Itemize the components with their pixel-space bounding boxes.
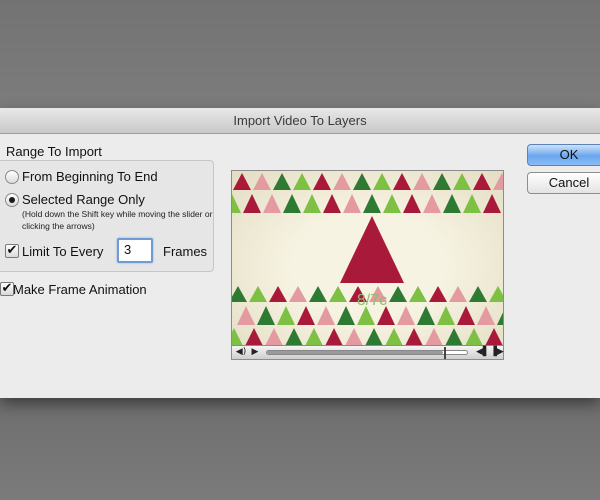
selected-range-hint: (Hold down the Shift key while moving th… [22,209,213,231]
limit-label[interactable]: Limit To Every [22,244,103,259]
ok-button[interactable]: OK [527,144,600,166]
video-frame-image: 8/7c [232,171,503,359]
frame-animation-label[interactable]: Make Frame Animation [13,282,147,297]
radio-selected-range[interactable] [5,193,19,207]
limit-frames-input[interactable]: 3 [117,238,153,263]
cancel-button[interactable]: Cancel [527,172,600,194]
radio-selected-range-label[interactable]: Selected Range Only [22,192,145,207]
step-forward-icon[interactable]: ▐▶ [490,346,504,359]
video-preview: 8/7c [231,170,504,360]
video-controller: ◀) ▶ ◀▌ ▐▶ [231,345,504,360]
desktop-background-bottom [0,398,600,500]
timeline-track[interactable] [266,350,468,355]
desktop-background-top [0,0,600,108]
range-group-label: Range To Import [6,144,102,159]
radio-from-beginning-label[interactable]: From Beginning To End [22,169,158,184]
dialog-title: Import Video To Layers [0,108,600,134]
timeline-fill [267,351,443,354]
play-icon[interactable]: ▶ [250,346,260,359]
limit-checkbox[interactable]: ✔ [5,244,19,258]
speaker-icon[interactable]: ◀) [235,346,247,359]
step-back-icon[interactable]: ◀▌ [476,346,490,359]
radio-from-beginning[interactable] [5,170,19,184]
preview-overlay-text: 8/7c [357,292,387,309]
frames-unit-label: Frames [163,244,208,259]
playhead-thumb[interactable] [444,347,446,359]
frame-animation-checkbox[interactable]: ✔ [0,282,14,296]
